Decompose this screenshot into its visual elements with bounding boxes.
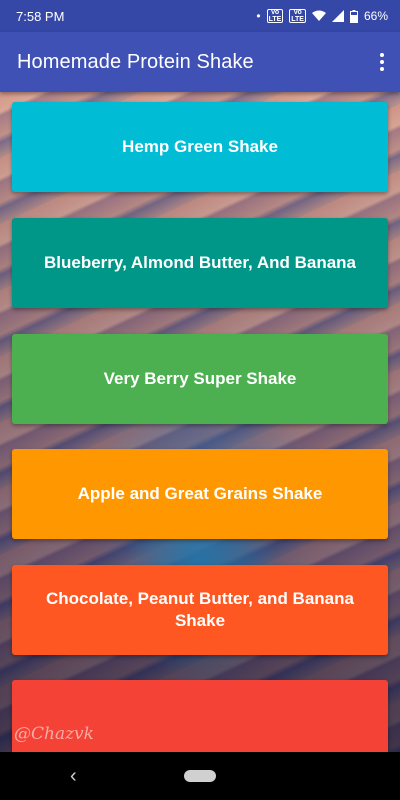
shake-card[interactable]: Very Berry Super Shake (12, 334, 388, 424)
wifi-icon (311, 9, 326, 23)
app-bar: Homemade Protein Shake (0, 32, 400, 92)
status-bar: 7:58 PM • Vo LTE Vo LTE 66% (0, 0, 400, 32)
app-title: Homemade Protein Shake (17, 50, 254, 73)
shake-card-label: Hemp Green Shake (122, 137, 278, 156)
shake-card[interactable]: Apple and Great Grains Shake (12, 449, 388, 539)
battery-percent: 66% (363, 9, 388, 23)
back-icon[interactable]: ‹ (70, 766, 84, 786)
artist-signature: @Chazvk (14, 724, 94, 744)
volte-icon: Vo LTE (266, 9, 284, 23)
dot-icon: • (256, 9, 261, 23)
home-pill-icon[interactable] (184, 770, 216, 782)
shake-card-label: Blueberry, Almond Butter, And Banana (43, 253, 357, 272)
shake-card[interactable]: Chocolate, Peanut Butter, and Banana Sha… (12, 565, 388, 655)
shake-card[interactable]: Hemp Green Shake (12, 102, 388, 192)
shake-card-label: Apple and Great Grains Shake (77, 484, 323, 503)
shake-list[interactable]: Hemp Green Shake Blueberry, Almond Butte… (0, 92, 400, 752)
shake-card-label: Chocolate, Peanut Butter, and Banana Sha… (46, 589, 354, 630)
phone-screen: 7:58 PM • Vo LTE Vo LTE 66% Homemade Prote… (0, 0, 400, 800)
volte-icon: Vo LTE (289, 9, 306, 23)
shake-card[interactable]: Blueberry, Almond Butter, And Banana (12, 218, 388, 308)
status-time: 7:58 PM (16, 8, 65, 24)
shake-card-label: Very Berry Super Shake (103, 369, 297, 388)
signal-icon (331, 9, 344, 23)
overflow-menu-icon[interactable] (374, 50, 390, 74)
battery-icon (349, 9, 358, 23)
navigation-bar: ‹ (0, 752, 400, 800)
status-icons: • Vo LTE Vo LTE 66% (256, 9, 388, 23)
